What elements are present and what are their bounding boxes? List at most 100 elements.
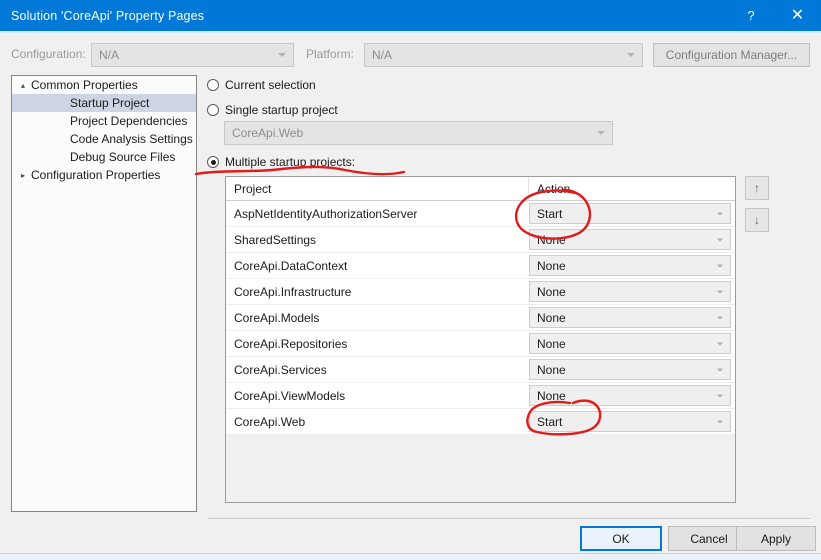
- column-header-action: Action: [537, 181, 571, 196]
- title-bar-accent-line: [0, 31, 821, 33]
- project-name-cell: CoreApi.DataContext: [234, 258, 348, 273]
- configuration-value: N/A: [99, 48, 120, 62]
- close-button[interactable]: ✕: [774, 0, 821, 31]
- arrow-up-icon: ↑: [754, 181, 760, 195]
- platform-label: Platform:: [306, 47, 355, 61]
- action-combobox[interactable]: None: [529, 307, 731, 328]
- chevron-down-icon: [717, 212, 723, 215]
- radio-single-startup-label: Single startup project: [225, 103, 338, 117]
- chevron-down-icon: [717, 420, 723, 423]
- chevron-down-icon: [717, 290, 723, 293]
- startup-projects-grid[interactable]: Project Action AspNetIdentityAuthorizati…: [225, 176, 736, 503]
- action-combobox[interactable]: None: [529, 385, 731, 406]
- action-combobox[interactable]: Start: [529, 411, 731, 432]
- chevron-down-icon: [717, 316, 723, 319]
- tree-item-startup-project[interactable]: Startup Project: [12, 94, 196, 112]
- action-cell: Start: [529, 411, 735, 432]
- action-combobox[interactable]: None: [529, 281, 731, 302]
- action-cell: None: [529, 333, 735, 354]
- expander-collapsed-icon[interactable]: ▸: [15, 171, 31, 180]
- apply-button[interactable]: Apply: [736, 526, 816, 551]
- grid-row[interactable]: CoreApi.Models None: [226, 305, 735, 331]
- grid-row[interactable]: SharedSettings None: [226, 227, 735, 253]
- action-combobox[interactable]: None: [529, 229, 731, 250]
- action-value: None: [537, 388, 566, 403]
- tree-item-label: Debug Source Files: [70, 150, 176, 164]
- tree-item-debug-source-files[interactable]: Debug Source Files: [12, 148, 196, 166]
- column-header-project: Project: [226, 177, 529, 200]
- arrow-down-icon: ↓: [754, 213, 760, 227]
- action-value: None: [537, 284, 566, 299]
- grid-empty-area: [226, 435, 735, 502]
- platform-value: N/A: [372, 48, 393, 62]
- window-title: Solution 'CoreApi' Property Pages: [11, 8, 205, 23]
- tree-item-label: Startup Project: [70, 96, 150, 110]
- configuration-manager-button[interactable]: Configuration Manager...: [653, 43, 810, 67]
- properties-tree-panel[interactable]: ▴ Common Properties Startup Project Project…: [11, 75, 197, 512]
- tree-item-label: Common Properties: [31, 78, 138, 92]
- title-bar: Solution 'CoreApi' Property Pages ? ✕: [0, 0, 821, 31]
- radio-current-selection[interactable]: Current selection: [207, 78, 316, 92]
- expander-expanded-icon[interactable]: ▴: [15, 81, 31, 90]
- radio-multiple-startup-label: Multiple startup projects:: [225, 155, 356, 169]
- action-cell: None: [529, 307, 735, 328]
- tree-item-label: Project Dependencies: [70, 114, 188, 128]
- project-name-cell: CoreApi.Repositories: [234, 336, 348, 351]
- tree-item-configuration-properties[interactable]: ▸ Configuration Properties: [12, 166, 196, 184]
- grid-row[interactable]: CoreApi.Web Start: [226, 409, 735, 435]
- action-combobox[interactable]: None: [529, 333, 731, 354]
- project-name-cell: CoreApi.Web: [234, 414, 306, 429]
- chevron-down-icon: [278, 53, 286, 57]
- grid-row[interactable]: CoreApi.Repositories None: [226, 331, 735, 357]
- action-combobox[interactable]: None: [529, 359, 731, 380]
- property-pages-dialog: Solution 'CoreApi' Property Pages ? ✕ Co…: [0, 0, 821, 560]
- chevron-down-icon: [627, 53, 635, 57]
- grid-row[interactable]: CoreApi.Infrastructure None: [226, 279, 735, 305]
- grid-body: AspNetIdentityAuthorizationServer Start Sh…: [226, 201, 735, 435]
- tree-item-common-properties[interactable]: ▴ Common Properties: [12, 76, 196, 94]
- configuration-combobox[interactable]: N/A: [91, 43, 294, 67]
- radio-multiple-startup-projects[interactable]: Multiple startup projects:: [207, 155, 355, 169]
- radio-indicator: [207, 156, 219, 168]
- grid-row[interactable]: CoreApi.Services None: [226, 357, 735, 383]
- radio-indicator: [207, 104, 219, 116]
- action-cell: None: [529, 281, 735, 302]
- single-startup-project-combobox[interactable]: CoreApi.Web: [224, 121, 613, 145]
- project-name-cell: CoreApi.ViewModels: [234, 388, 346, 403]
- project-name-cell: CoreApi.Services: [234, 362, 327, 377]
- bottom-status-strip: [0, 553, 821, 560]
- chevron-down-icon: [717, 342, 723, 345]
- tree-item-project-dependencies[interactable]: Project Dependencies: [12, 112, 196, 130]
- action-cell: None: [529, 385, 735, 406]
- chevron-down-icon: [717, 264, 723, 267]
- action-cell: None: [529, 255, 735, 276]
- move-down-button[interactable]: ↓: [745, 208, 769, 232]
- action-combobox[interactable]: Start: [529, 203, 731, 224]
- grid-row[interactable]: CoreApi.DataContext None: [226, 253, 735, 279]
- action-cell: None: [529, 229, 735, 250]
- chevron-down-icon: [717, 394, 723, 397]
- action-value: None: [537, 232, 566, 247]
- platform-combobox[interactable]: N/A: [364, 43, 643, 67]
- radio-single-startup-project[interactable]: Single startup project: [207, 103, 338, 117]
- grid-row[interactable]: CoreApi.ViewModels None: [226, 383, 735, 409]
- question-mark-icon: ?: [747, 8, 755, 23]
- configuration-bar: Configuration: N/A Platform: N/A Configu…: [0, 42, 821, 68]
- grid-header-row: Project Action: [226, 177, 735, 201]
- action-combobox[interactable]: None: [529, 255, 731, 276]
- action-value: Start: [537, 414, 563, 429]
- project-name-cell: CoreApi.Infrastructure: [234, 284, 352, 299]
- tree-item-label: Configuration Properties: [31, 168, 161, 182]
- action-value: None: [537, 362, 566, 377]
- help-button[interactable]: ?: [728, 0, 774, 31]
- footer-separator: [208, 518, 810, 519]
- ok-button[interactable]: OK: [580, 526, 662, 551]
- project-name-cell: CoreApi.Models: [234, 310, 320, 325]
- action-cell: None: [529, 359, 735, 380]
- move-up-button[interactable]: ↑: [745, 176, 769, 200]
- tree-item-code-analysis-settings[interactable]: Code Analysis Settings: [12, 130, 196, 148]
- configuration-label: Configuration:: [11, 47, 86, 61]
- action-cell: Start: [529, 203, 735, 224]
- radio-indicator: [207, 79, 219, 91]
- grid-row[interactable]: AspNetIdentityAuthorizationServer Start: [226, 201, 735, 227]
